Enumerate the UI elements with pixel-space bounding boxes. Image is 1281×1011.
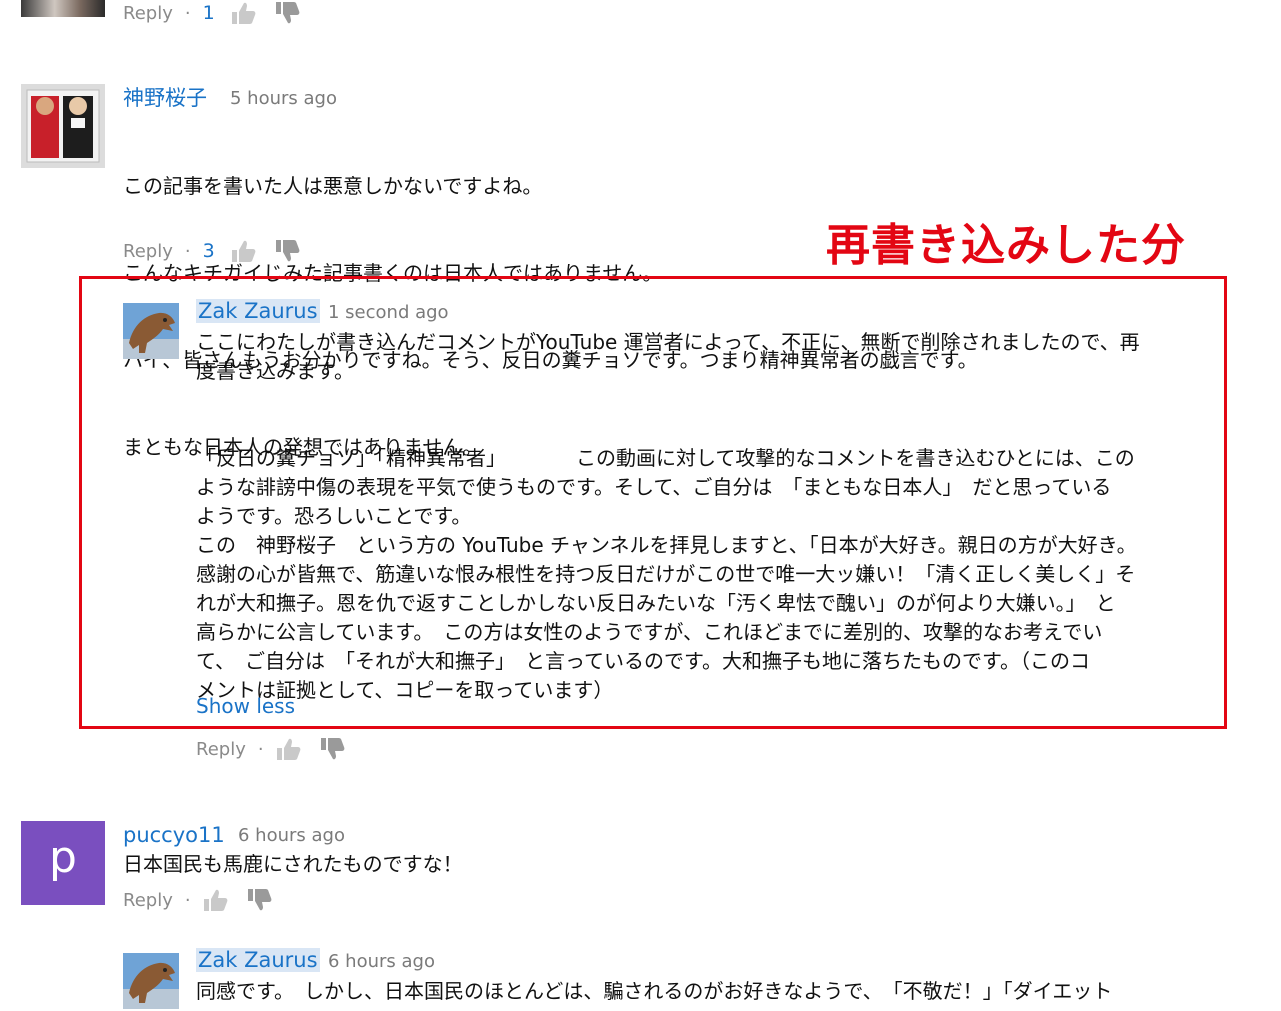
comment-timestamp[interactable]: 1 second ago bbox=[328, 301, 449, 325]
comment-timestamp[interactable]: 5 hours ago bbox=[230, 87, 337, 111]
reply-bar: Reply · bbox=[196, 736, 364, 762]
separator-dot: · bbox=[184, 2, 191, 24]
comment-timestamp[interactable]: 6 hours ago bbox=[238, 824, 345, 848]
comment-text-intro: ここにわたしが書き込んだコメントがYouTube 運営者によって、不正に、無断で… bbox=[196, 330, 1140, 383]
reply-button[interactable]: Reply bbox=[123, 3, 173, 24]
like-count: 3 bbox=[202, 240, 215, 262]
avatar[interactable] bbox=[21, 84, 105, 168]
dinosaur-avatar-icon bbox=[123, 303, 179, 359]
separator-dot: · bbox=[184, 889, 191, 911]
comment-author[interactable]: 神野桜子 bbox=[123, 86, 207, 110]
comment-text-body: 「反日の糞チョソ」「精神異常者」 この動画に対して攻撃的なコメントを書き込むひと… bbox=[196, 446, 1137, 702]
thumb-up-icon[interactable] bbox=[231, 239, 257, 263]
thumb-up-icon[interactable] bbox=[276, 737, 302, 761]
annotation-label: 再書き込みした分 bbox=[826, 220, 1186, 271]
reply-bar-top: Reply · 1 bbox=[123, 0, 319, 26]
avatar[interactable] bbox=[123, 303, 179, 359]
comment-author[interactable]: puccyo11 bbox=[123, 823, 225, 847]
comment-text: 日本国民も馬鹿にされたものですな！ bbox=[123, 852, 463, 876]
partial-avatar bbox=[21, 0, 105, 17]
thumb-down-icon[interactable] bbox=[247, 888, 273, 912]
reply-bar: Reply · 3 bbox=[123, 238, 319, 264]
reply-bar: Reply · bbox=[123, 887, 291, 913]
comment-timestamp[interactable]: 6 hours ago bbox=[328, 950, 435, 974]
thumb-up-icon[interactable] bbox=[203, 888, 229, 912]
thumb-down-icon[interactable] bbox=[275, 1, 301, 25]
avatar-letter: p bbox=[49, 832, 77, 883]
comment-author[interactable]: Zak Zaurus bbox=[196, 299, 320, 323]
thumb-down-icon[interactable] bbox=[275, 239, 301, 263]
like-count: 1 bbox=[202, 2, 215, 24]
comment-line: この記事を書いた人は悪意しかないですよね。 bbox=[123, 174, 543, 198]
separator-dot: · bbox=[257, 738, 264, 760]
comment-author[interactable]: Zak Zaurus bbox=[196, 948, 320, 972]
reply-button[interactable]: Reply bbox=[123, 241, 173, 262]
reply-button[interactable]: Reply bbox=[196, 739, 246, 760]
dinosaur-avatar-icon bbox=[123, 953, 179, 1009]
avatar[interactable]: p bbox=[21, 821, 105, 905]
show-less-link[interactable]: Show less bbox=[196, 694, 295, 718]
reply-button[interactable]: Reply bbox=[123, 890, 173, 911]
thumb-down-icon[interactable] bbox=[320, 737, 346, 761]
avatar[interactable] bbox=[123, 953, 179, 1009]
profile-photo-icon bbox=[21, 84, 105, 168]
separator-dot: · bbox=[184, 240, 191, 262]
comment-text: 同感です。 しかし、日本国民のほとんどは、騙されるのがお好きなようで、 「不敬だ… bbox=[196, 979, 1113, 1003]
thumb-up-icon[interactable] bbox=[231, 1, 257, 25]
